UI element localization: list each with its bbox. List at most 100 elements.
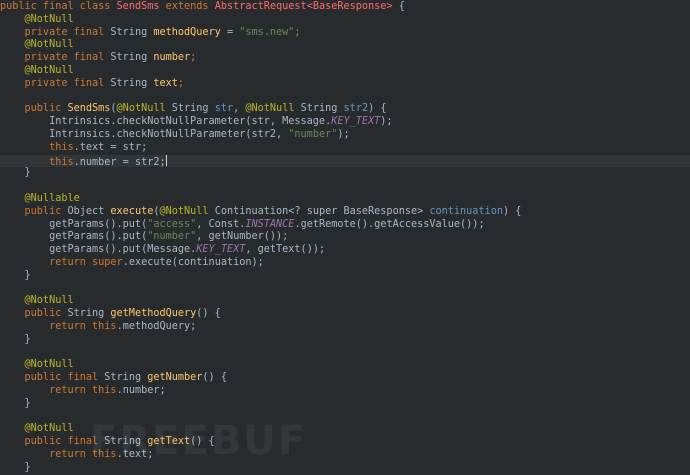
code-token: } [0, 269, 31, 281]
code-token: ; [190, 52, 197, 64]
code-line[interactable] [0, 347, 690, 360]
code-line[interactable]: return this.methodQuery; [0, 321, 690, 334]
code-line[interactable]: Intrinsics.checkNotNullParameter(str2, "… [0, 129, 690, 142]
code-token: , Const. [196, 218, 246, 230]
code-token: String [165, 103, 215, 115]
code-token: Object [67, 205, 111, 217]
code-line[interactable]: Intrinsics.checkNotNullParameter(str, Me… [0, 116, 690, 129]
code-token: this [0, 156, 74, 168]
code-line[interactable]: public Object execute(@NotNull Continuat… [0, 206, 690, 219]
code-line[interactable]: this.text = str; [0, 142, 690, 155]
code-token: public final [0, 436, 105, 448]
code-token: String [67, 308, 111, 320]
code-line[interactable]: public SendSms(@NotNull String str, @Not… [0, 103, 690, 116]
code-token: public [0, 103, 68, 115]
code-token: Intrinsics.checkNotNullParameter(str, Me… [0, 116, 332, 128]
code-token: continuation [429, 205, 503, 217]
code-token: .methodQuery; [116, 321, 197, 332]
code-token: getMethodQuery [110, 308, 197, 320]
code-token: public [0, 205, 68, 217]
code-token: this [0, 141, 74, 153]
code-token: KEY_TEXT [196, 244, 246, 256]
code-line[interactable]: getParams().put("number", getNumber()); [0, 231, 690, 244]
code-token: public [0, 308, 68, 320]
code-line[interactable]: public String getMethodQuery() { [0, 308, 690, 321]
code-line[interactable] [0, 180, 690, 193]
code-line[interactable]: } [0, 334, 690, 347]
code-token: ; [177, 77, 185, 89]
code-token: .number = str2; [73, 156, 166, 168]
code-line[interactable]: @NotNull [0, 295, 690, 308]
code-line[interactable]: return this.number; [0, 385, 690, 398]
code-token: private final [0, 52, 111, 64]
code-token: ); [380, 116, 393, 128]
code-token: extends [159, 1, 215, 12]
code-token: .getRemote().getAccessValue()); [294, 218, 485, 230]
code-token: = [220, 26, 240, 38]
code-token: } [0, 461, 31, 473]
code-token: @NotNull [0, 359, 74, 371]
code-token: } [0, 167, 31, 179]
code-token: SendSms [67, 103, 111, 115]
code-line[interactable]: getParams().put(Message.KEY_TEXT, getTex… [0, 244, 690, 257]
code-line[interactable]: private final String methodQuery = "sms.… [0, 27, 690, 40]
code-token: "number" [147, 231, 197, 243]
code-token: ) { [502, 205, 522, 217]
code-token: this [92, 385, 117, 396]
code-token: @NotNull [245, 103, 295, 115]
code-token: "number" [288, 129, 338, 140]
code-line[interactable]: private final String number; [0, 52, 690, 65]
code-token: private final [0, 77, 111, 89]
code-token: @NotNull [0, 65, 74, 76]
code-line[interactable]: @NotNull [0, 14, 690, 27]
code-line[interactable]: } [0, 167, 690, 180]
code-token: str [214, 103, 234, 115]
code-line[interactable]: private final String text; [0, 78, 690, 91]
code-token: text [153, 77, 178, 89]
code-token: super [92, 257, 123, 268]
code-token: private final [0, 26, 111, 38]
code-line[interactable]: @NotNull [0, 359, 690, 372]
code-token: ) { [368, 103, 387, 115]
code-token: () { [196, 308, 221, 320]
code-line[interactable]: this.number = str2; [0, 154, 690, 168]
code-line[interactable]: getParams().put("access", Const.INSTANCE… [0, 219, 690, 232]
code-token: return [0, 385, 93, 396]
code-token: getNumber [147, 372, 203, 384]
code-token: String [110, 26, 154, 38]
code-token: ; [294, 26, 301, 38]
code-line[interactable]: public final String getNumber() { [0, 372, 690, 385]
code-line[interactable] [0, 283, 690, 296]
code-token: return [0, 257, 93, 268]
code-line[interactable]: @Nullable [0, 193, 690, 206]
code-token: @NotNull [0, 423, 74, 435]
code-token: , getNumber()); [196, 231, 289, 243]
code-line[interactable]: } [0, 270, 690, 283]
code-token: getParams().put( [0, 231, 148, 243]
code-editor[interactable]: public final class SendSms extends Abstr… [0, 0, 690, 473]
code-token: @Nullable [0, 193, 80, 204]
code-token: this [92, 321, 117, 332]
code-token: , [233, 103, 246, 115]
code-line[interactable] [0, 91, 690, 104]
code-token: } [0, 397, 31, 409]
text-caret [165, 154, 167, 166]
code-token: str2 [343, 103, 369, 115]
code-line[interactable]: return super.execute(continuation); [0, 257, 690, 270]
code-line[interactable]: @NotNull [0, 39, 690, 52]
code-token: String [104, 372, 148, 384]
code-token: public final [0, 372, 105, 384]
code-token: public final class [0, 1, 117, 12]
code-line[interactable]: } [0, 398, 690, 411]
code-line[interactable]: public final class SendSms extends Abstr… [0, 1, 690, 14]
watermark: FREEBUF [90, 418, 308, 464]
code-token: String [110, 77, 154, 89]
code-token: return [0, 449, 93, 460]
code-token: , getText()); [245, 244, 326, 256]
code-line[interactable]: @NotNull [0, 65, 690, 78]
code-token: @NotNull [0, 13, 74, 25]
code-token: { [392, 1, 405, 12]
code-token: () { [202, 372, 227, 384]
code-token: INSTANCE [245, 218, 295, 230]
code-token: ); [337, 129, 350, 140]
